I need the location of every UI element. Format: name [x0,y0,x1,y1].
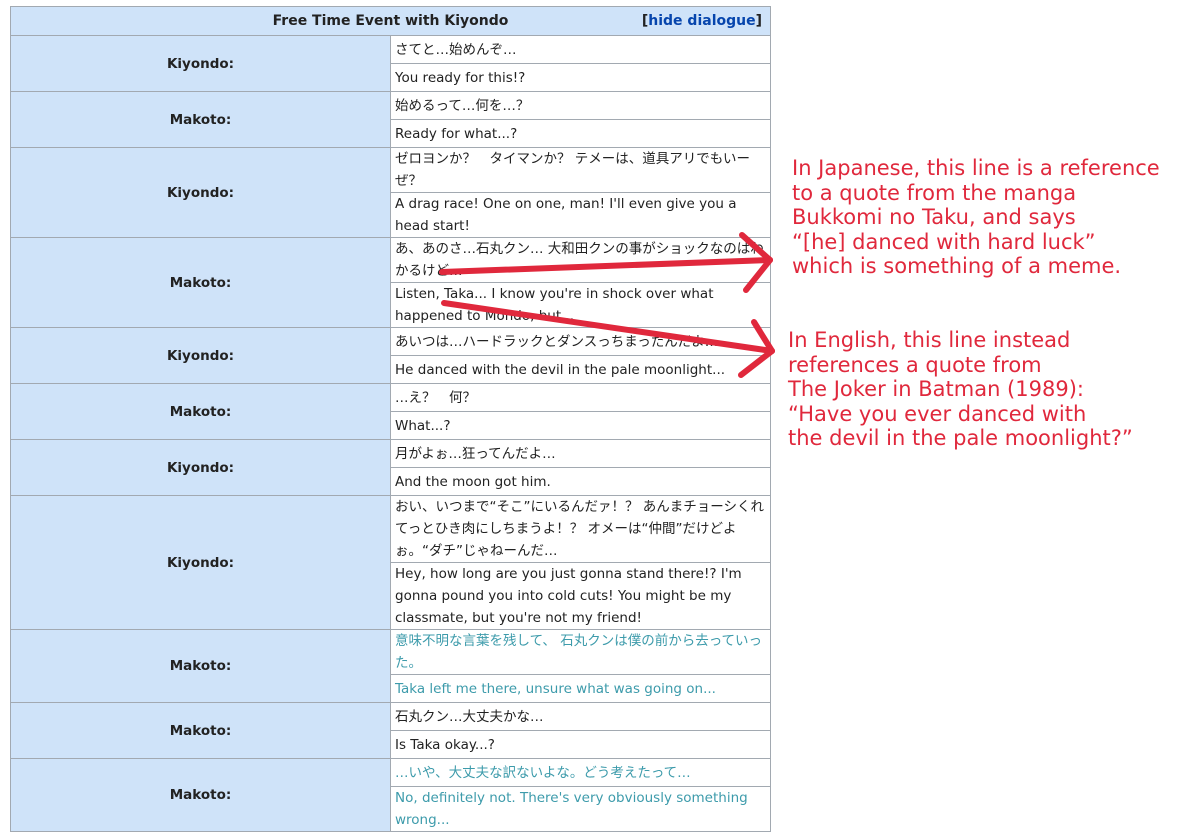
dialogue-row-jp: Kiyondo: 月がよぉ…狂ってんだよ… [10,439,771,496]
speaker-cell: Kiyondo: [10,327,391,384]
dialogue-row-jp: Makoto: あ、あのさ…石丸クン… 大和田クンの事がショックなのはわかるけど… [10,237,771,328]
speaker-cell: Makoto: [10,91,391,148]
dialogue-row-jp: Kiyondo: ゼロヨンか？ タイマンか？ テメーは、道具アリでもいーぜ？ [10,147,771,238]
japanese-reference-note: In Japanese, this line is a reference to… [792,156,1160,278]
table-title: Free Time Event with Kiyondo [272,13,509,29]
dialogue-row-jp: Makoto: 石丸クン…大丈夫かな… [10,702,771,759]
dialogue-row-jp: Kiyondo: さてと…始めんぞ… [10,35,771,92]
english-line: He danced with the devil in the pale moo… [390,355,771,384]
table-header-row: Free Time Event with Kiyondo [hide dialo… [10,6,771,36]
dialogue-row-jp: Makoto: 意味不明な言葉を残して、 石丸クンは僕の前から去っていった。 [10,629,771,703]
speaker-cell: Makoto: [10,758,391,832]
speaker-cell: Kiyondo: [10,147,391,238]
speaker-cell: Makoto: [10,237,391,328]
japanese-line: 始めるって…何を…？ [390,91,771,120]
speaker-cell: Makoto: [10,702,391,759]
speaker-cell: Kiyondo: [10,439,391,496]
english-line: What...? [390,411,771,440]
japanese-line: さてと…始めんぞ… [390,35,771,64]
speaker-cell: Makoto: [10,383,391,440]
dialogue-row-jp: Kiyondo: あいつは…ハードラックとダンスっちまったんだよ… [10,327,771,384]
japanese-line: ゼロヨンか？ タイマンか？ テメーは、道具アリでもいーぜ？ [390,147,771,193]
english-reference-note: In English, this line instead references… [788,328,1133,450]
speaker-cell: Makoto: [10,629,391,703]
japanese-line: おい、いつまで“そこ”にいるんだァ！？ あんまチョーシくれてっとひき肉にしちまう… [390,495,771,563]
dialogue-row-jp: Makoto: …いや、大丈夫な訳ないよな。どう考えたって… [10,758,771,832]
speaker-cell: Kiyondo: [10,35,391,92]
english-narration-line: No, definitely not. There's very obvious… [390,786,771,832]
english-line: Hey, how long are you just gonna stand t… [390,562,771,630]
dialogue-row-jp: Kiyondo: おい、いつまで“そこ”にいるんだァ！？ あんまチョーシくれてっ… [10,495,771,630]
english-narration-line: Taka left me there, unsure what was goin… [390,674,771,703]
japanese-line: 月がよぉ…狂ってんだよ… [390,439,771,468]
japanese-line: 石丸クン…大丈夫かな… [390,702,771,731]
english-line: Ready for what...? [390,119,771,148]
japanese-narration-line: …いや、大丈夫な訳ないよな。どう考えたって… [390,758,771,787]
japanese-narration-line: 意味不明な言葉を残して、 石丸クンは僕の前から去っていった。 [390,629,771,675]
dialogue-table: Free Time Event with Kiyondo [hide dialo… [10,6,771,832]
speaker-cell: Kiyondo: [10,495,391,630]
hide-dialogue-link[interactable]: hide dialogue [648,13,755,29]
english-line: Is Taka okay...? [390,730,771,759]
dialogue-row-jp: Makoto: …え？ 何？ [10,383,771,440]
japanese-line: …え？ 何？ [390,383,771,412]
english-line: And the moon got him. [390,467,771,496]
japanese-line: あ、あのさ…石丸クン… 大和田クンの事がショックなのはわかるけど… [390,237,771,283]
english-line: Listen, Taka... I know you're in shock o… [390,282,771,328]
english-line: You ready for this!? [390,63,771,92]
hide-dialogue-toggle: [hide dialogue] [641,13,762,29]
dialogue-row-jp: Makoto: 始めるって…何を…？ [10,91,771,148]
english-line: A drag race! One on one, man! I'll even … [390,192,771,238]
table-header: Free Time Event with Kiyondo [hide dialo… [10,6,771,36]
japanese-line: あいつは…ハードラックとダンスっちまったんだよ… [390,327,771,356]
